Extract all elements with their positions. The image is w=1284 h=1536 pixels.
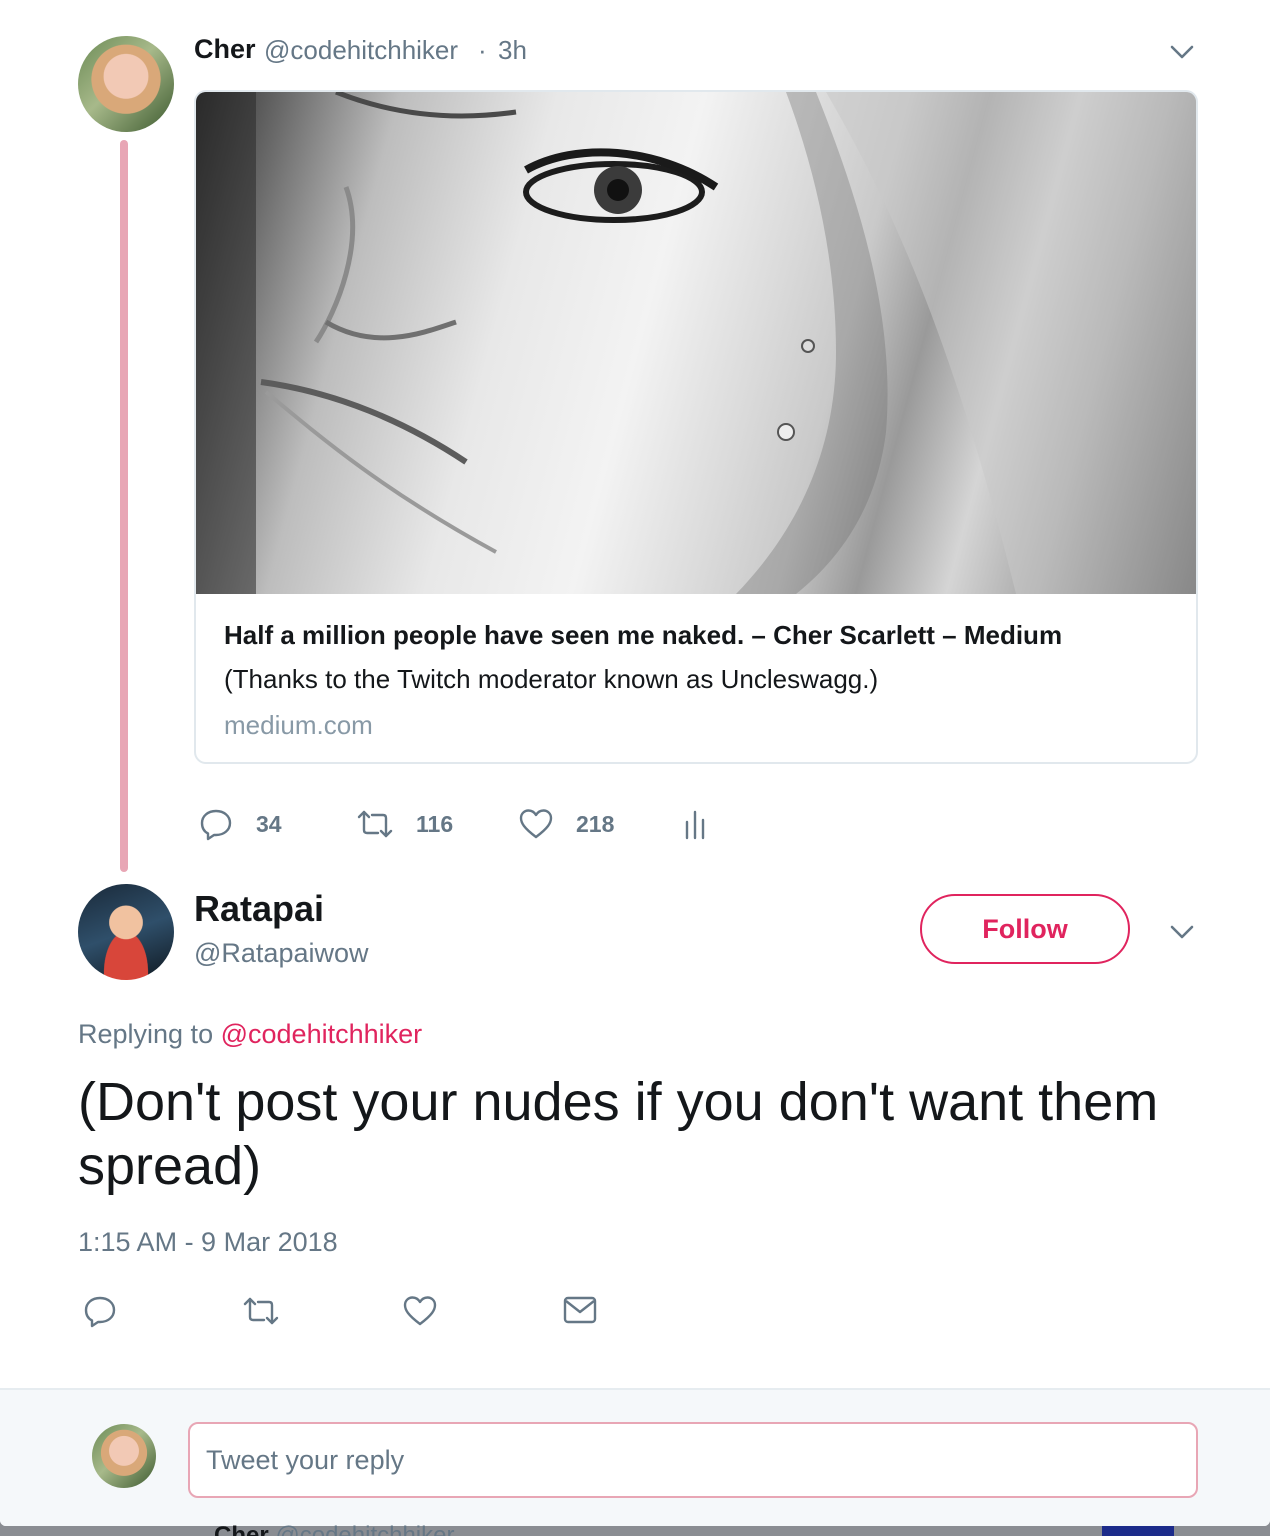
tweet-author-handle[interactable]: @codehitchhiker bbox=[264, 35, 458, 66]
analytics-icon[interactable] bbox=[684, 808, 710, 840]
background-blue-element bbox=[1102, 1526, 1174, 1536]
tweet-author-name[interactable]: Cher bbox=[194, 34, 256, 65]
replying-to-handle-link[interactable]: @codehitchhiker bbox=[221, 1019, 423, 1049]
retweet-action[interactable]: 116 bbox=[356, 806, 453, 842]
thread-connector-line bbox=[120, 140, 128, 872]
cher-avatar[interactable] bbox=[78, 36, 174, 132]
tweet-detail-modal: Cher @codehitchhiker · 3h Half a million… bbox=[0, 0, 1270, 1526]
retweet-icon[interactable] bbox=[242, 1293, 280, 1329]
reply-count: 34 bbox=[256, 810, 282, 837]
chevron-down-icon[interactable] bbox=[1169, 38, 1195, 64]
reply-icon[interactable] bbox=[82, 1293, 118, 1329]
link-card-description: (Thanks to the Twitch moderator known as… bbox=[224, 664, 879, 694]
retweet-icon bbox=[357, 810, 393, 838]
tweet-time[interactable]: 3h bbox=[498, 35, 527, 66]
link-card-title: Half a million people have seen me naked… bbox=[224, 620, 1063, 650]
reply-composer bbox=[0, 1388, 1270, 1526]
envelope-icon[interactable] bbox=[562, 1294, 598, 1326]
replying-to-label: Replying to bbox=[78, 1019, 214, 1049]
background-page-edge bbox=[1270, 0, 1284, 1536]
heart-icon[interactable] bbox=[402, 1293, 438, 1329]
tweet-text: (Don't post your nudes if you don't want… bbox=[78, 1072, 1159, 1196]
like-action[interactable]: 218 bbox=[518, 806, 614, 842]
link-preview-card[interactable]: Half a million people have seen me naked… bbox=[194, 90, 1198, 764]
background-tweet-handle: @codehitchhiker bbox=[275, 1522, 455, 1536]
replying-to: Replying to @codehitchhiker bbox=[78, 1019, 422, 1050]
link-preview-image[interactable] bbox=[196, 92, 1196, 594]
tweet-author-name[interactable]: Ratapai bbox=[194, 888, 324, 930]
background-tweet-author: Cher bbox=[214, 1522, 269, 1536]
current-user-avatar[interactable] bbox=[92, 1424, 156, 1488]
tweet-timestamp[interactable]: 1:15 AM - 9 Mar 2018 bbox=[78, 1227, 338, 1258]
reply-action[interactable]: 34 bbox=[198, 806, 282, 842]
link-card-domain: medium.com bbox=[224, 710, 373, 740]
tweet-author-handle[interactable]: @Ratapaiwow bbox=[194, 938, 369, 969]
reply-icon bbox=[200, 809, 232, 841]
heart-icon bbox=[519, 809, 553, 839]
like-count: 218 bbox=[576, 810, 615, 837]
retweet-count: 116 bbox=[416, 810, 454, 837]
ratapai-avatar[interactable] bbox=[78, 884, 174, 980]
chevron-down-icon[interactable] bbox=[1169, 918, 1195, 944]
follow-button[interactable]: Follow bbox=[920, 894, 1130, 964]
tweet-reply-input[interactable] bbox=[188, 1422, 1198, 1498]
background-tweet-header: Cher @codehitchhiker bbox=[214, 1522, 454, 1536]
handle-time-separator: · bbox=[478, 35, 487, 65]
